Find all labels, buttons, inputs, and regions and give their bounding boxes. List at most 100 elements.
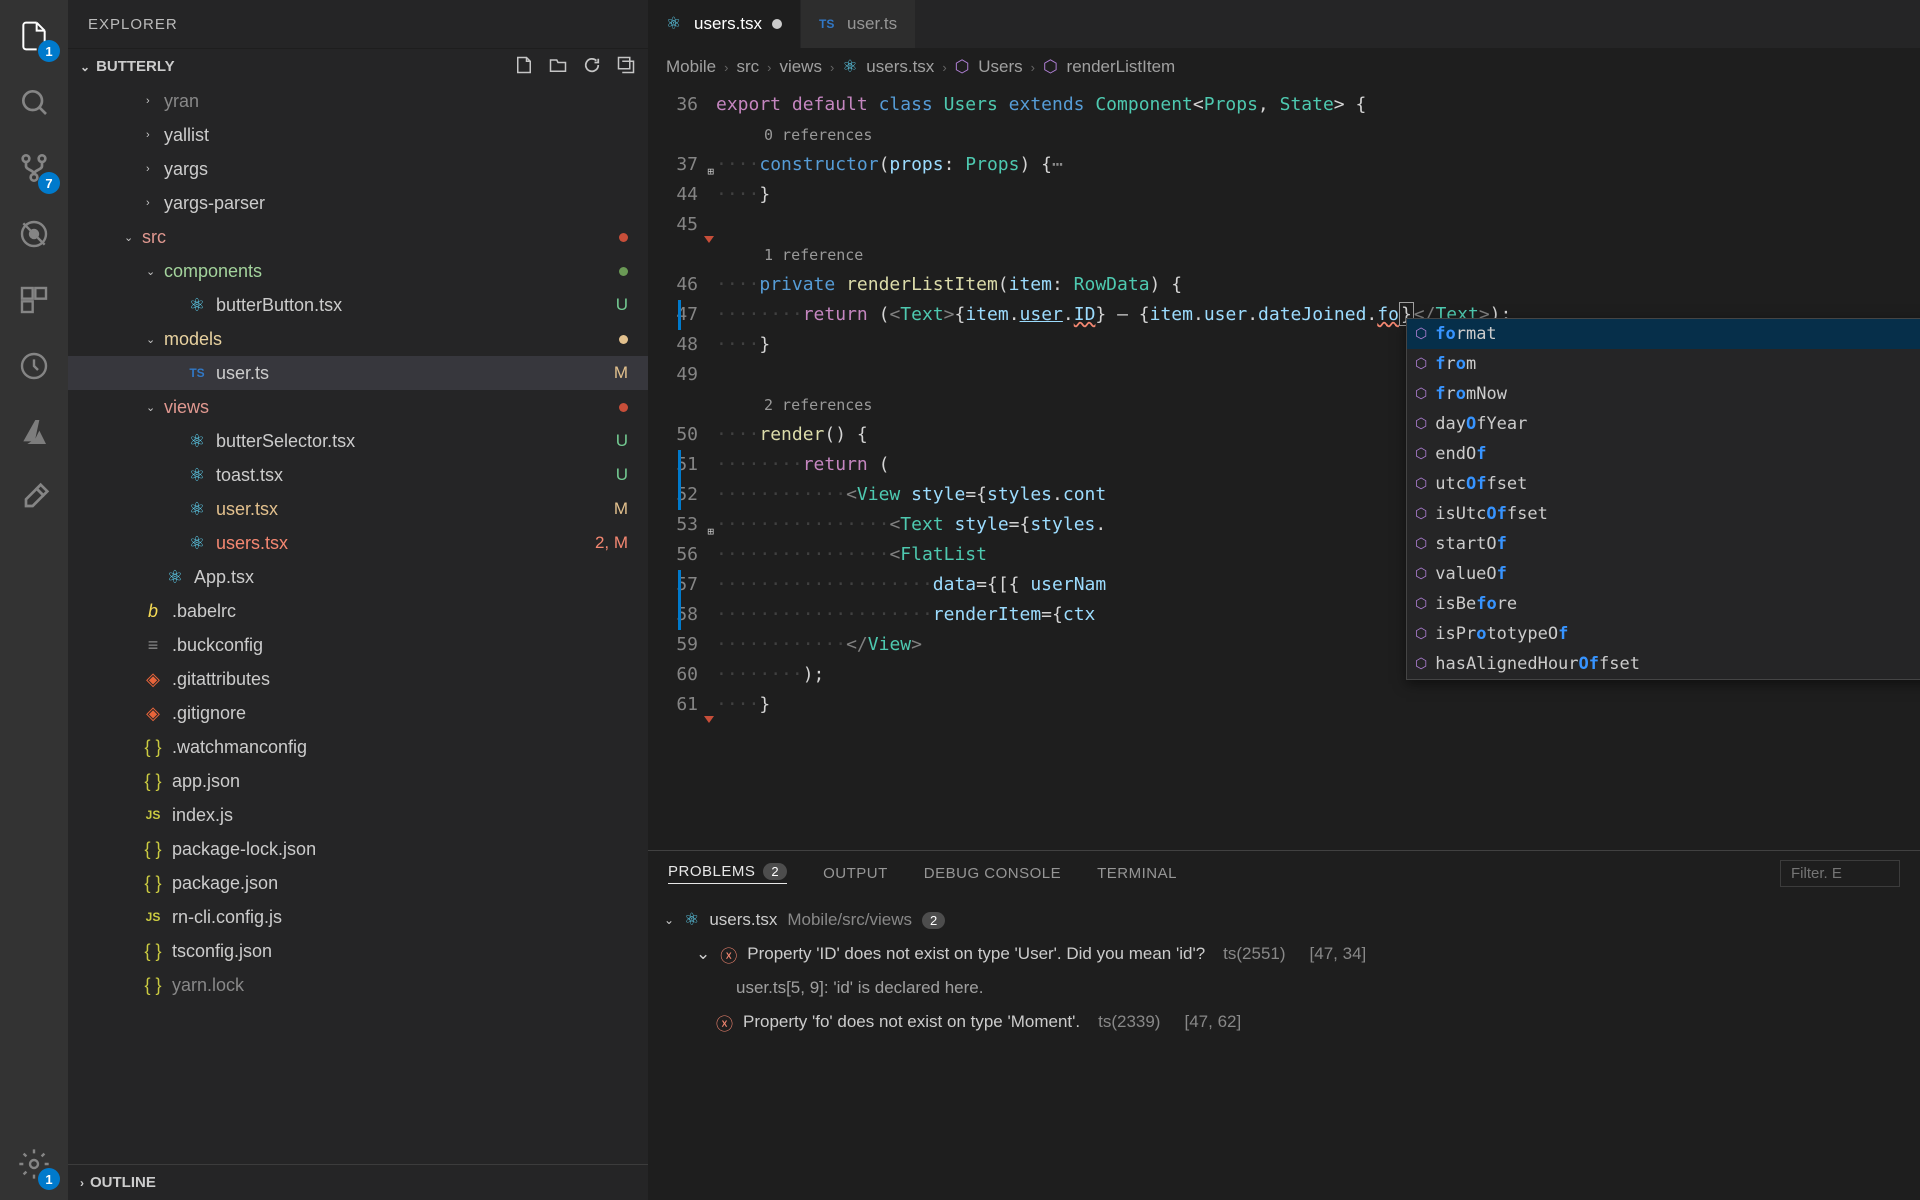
breadcrumb-item[interactable]: ⚛ users.tsx [842,57,934,77]
tab-terminal[interactable]: TERMINAL [1097,865,1177,882]
timeline-icon[interactable] [10,342,58,390]
intellisense-popup[interactable]: ⬡format⬡from⬡fromNow⬡dayOfYear⬡endOf⬡utc… [1406,318,1920,680]
problem-related-info[interactable]: user.ts[5, 9]: 'id' is declared here. [664,971,1904,1005]
line-gutter: 3637⊞44454647484950515253⊞565758596061 [648,86,716,850]
git-status: U [616,295,628,315]
file-item[interactable]: { }tsconfig.json [68,934,648,968]
file-item[interactable]: ⚛App.tsx [68,560,648,594]
json-icon: { } [142,737,164,758]
folder-item[interactable]: ›yallist [68,118,648,152]
suggest-item[interactable]: ⬡endOf [1407,439,1920,469]
item-label: models [164,329,619,350]
chevron-right-icon: › [767,60,771,75]
problem-item[interactable]: ⌄ ⓧ Property 'ID' does not exist on type… [664,937,1904,971]
refresh-icon[interactable] [582,55,602,79]
suggest-item[interactable]: ⬡isBefore [1407,589,1920,619]
tab-output[interactable]: OUTPUT [823,865,888,882]
file-item[interactable]: ◈.gitattributes [68,662,648,696]
folder-item[interactable]: ⌄views [68,390,648,424]
breadcrumb[interactable]: Mobile›src›views›⚛ users.tsx›⬡ Users›⬡ r… [648,48,1920,86]
breadcrumb-item[interactable]: ⬡ renderListItem [1043,57,1175,77]
react-icon: ⚛ [186,465,208,486]
azure-icon[interactable] [10,408,58,456]
breadcrumb-item[interactable]: ⬡ Users [955,57,1023,77]
folder-item[interactable]: ⌄models [68,322,648,356]
method-icon: ⬡ [1415,596,1427,612]
editor-tab[interactable]: ⚛users.tsx [648,0,801,48]
suggest-item[interactable]: ⬡isPrototypeOf [1407,619,1920,649]
breadcrumb-item[interactable]: views [779,57,822,77]
file-item[interactable]: JSindex.js [68,798,648,832]
file-item[interactable]: ◈.gitignore [68,696,648,730]
react-icon: ⚛ [164,567,186,588]
new-folder-icon[interactable] [548,55,568,79]
suggest-item[interactable]: ⬡valueOf [1407,559,1920,589]
file-item[interactable]: ⚛butterButton.tsxU [68,288,648,322]
item-label: .babelrc [172,601,628,622]
file-item[interactable]: { }package.json [68,866,648,900]
suggest-item[interactable]: ⬡from [1407,349,1920,379]
file-item[interactable]: { }yarn.lock [68,968,648,1002]
problems-file-group[interactable]: ⌄ ⚛ users.tsx Mobile/src/views 2 [664,903,1904,937]
file-item[interactable]: ≡.buckconfig [68,628,648,662]
breadcrumb-item[interactable]: Mobile [666,57,716,77]
suggest-item[interactable]: ⬡startOf [1407,529,1920,559]
outline-header[interactable]: › OUTLINE [68,1164,648,1200]
code-editor[interactable]: 3637⊞44454647484950515253⊞565758596061 e… [648,86,1920,850]
debug-icon[interactable] [10,210,58,258]
tab-problems[interactable]: PROBLEMS 2 [668,863,787,884]
file-item[interactable]: ⚛users.tsx2, M [68,526,648,560]
settings-icon[interactable]: 1 [10,1140,58,1188]
problem-code: ts(2551) [1223,944,1285,964]
extensions-icon[interactable] [10,276,58,324]
problems-count-badge: 2 [763,863,787,880]
folder-item[interactable]: ›yargs-parser [68,186,648,220]
file-item[interactable]: JSrn-cli.config.js [68,900,648,934]
source-control-icon[interactable]: 7 [10,144,58,192]
suggest-item[interactable]: ⬡dayOfYear [1407,409,1920,439]
fold-icon[interactable]: ⊞ [707,517,714,547]
item-label: src [142,227,619,248]
method-icon: ⬡ [1415,626,1427,642]
file-item[interactable]: { }package-lock.json [68,832,648,866]
problems-filter-input[interactable] [1780,860,1900,887]
problem-position: [47, 34] [1310,944,1367,964]
file-item[interactable]: TSuser.tsM [68,356,648,390]
suggest-item[interactable]: ⬡format [1407,319,1920,349]
file-item[interactable]: b.babelrc [68,594,648,628]
file-item[interactable]: { }app.json [68,764,648,798]
react-icon: ⚛ [186,499,208,520]
item-label: yarn.lock [172,975,628,996]
item-label: components [164,261,619,282]
problems-list: ⌄ ⚛ users.tsx Mobile/src/views 2 ⌄ ⓧ Pro… [648,895,1920,1200]
explorer-icon[interactable]: 1 [10,12,58,60]
chevron-right-icon: › [942,60,946,75]
problem-item[interactable]: ⓧ Property 'fo' does not exist on type '… [664,1005,1904,1039]
suggest-item[interactable]: ⬡isUtcOffset [1407,499,1920,529]
file-item[interactable]: ⚛user.tsxM [68,492,648,526]
fold-icon[interactable]: ⊞ [707,157,714,187]
problems-file-name: users.tsx [709,910,777,930]
folder-item[interactable]: ›yran [68,84,648,118]
folder-item[interactable]: ⌄src [68,220,648,254]
json-icon: { } [142,873,164,894]
folder-item[interactable]: ›yargs [68,152,648,186]
search-icon[interactable] [10,78,58,126]
file-item[interactable]: { }.watchmanconfig [68,730,648,764]
collapse-all-icon[interactable] [616,55,636,79]
tab-debug-console[interactable]: DEBUG CONSOLE [924,865,1061,882]
method-icon: ⬡ [1415,476,1427,492]
share-icon[interactable] [10,474,58,522]
suggest-item[interactable]: ⬡hasAlignedHourOffset [1407,649,1920,679]
folder-item[interactable]: ⌄components [68,254,648,288]
chevron-right-icon: › [724,60,728,75]
editor-tab[interactable]: TSuser.ts [801,0,916,48]
file-item[interactable]: ⚛toast.tsxU [68,458,648,492]
breadcrumb-item[interactable]: src [736,57,759,77]
suggest-item[interactable]: ⬡fromNow [1407,379,1920,409]
project-header[interactable]: ⌄ BUTTERLY [68,48,648,84]
method-icon: ⬡ [1415,656,1427,672]
file-item[interactable]: ⚛butterSelector.tsxU [68,424,648,458]
suggest-item[interactable]: ⬡utcOffset [1407,469,1920,499]
new-file-icon[interactable] [514,55,534,79]
